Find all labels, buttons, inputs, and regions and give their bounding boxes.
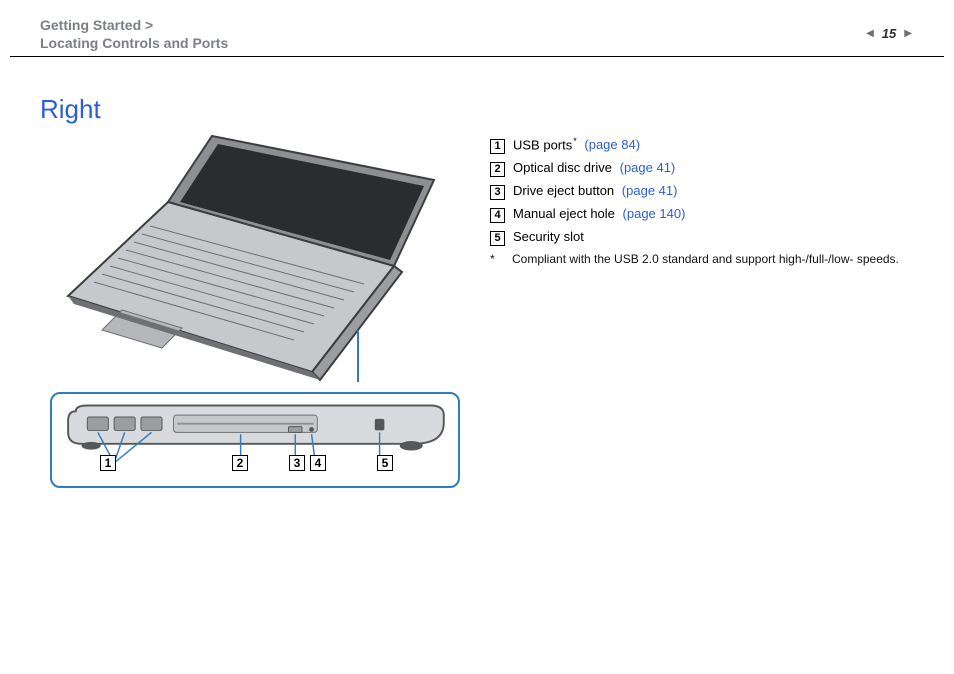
- legend-item-5: 5 Security slot: [490, 229, 920, 246]
- legend-label-4: Manual eject hole: [513, 206, 615, 221]
- breadcrumb: Getting Started > Locating Controls and …: [40, 16, 228, 52]
- legend-item-1: 1 USB ports* (page 84): [490, 136, 920, 154]
- page-next-icon[interactable]: ▶: [902, 28, 914, 39]
- legend-item-2: 2 Optical disc drive (page 41): [490, 160, 920, 177]
- header-rule: [10, 56, 944, 57]
- pager: ◀ 15 ▶: [864, 26, 914, 41]
- legend-pageref-2[interactable]: (page 41): [620, 160, 676, 175]
- legend-num-4: 4: [490, 208, 505, 223]
- callout-badge-3: 3: [289, 455, 305, 471]
- breadcrumb-line2: Locating Controls and Ports: [40, 34, 228, 52]
- legend-label-5: Security slot: [513, 229, 584, 244]
- legend-label-2: Optical disc drive: [513, 160, 612, 175]
- legend-num-2: 2: [490, 162, 505, 177]
- legend-num-1: 1: [490, 139, 505, 154]
- legend-pageref-3[interactable]: (page 41): [622, 183, 678, 198]
- legend-item-3: 3 Drive eject button (page 41): [490, 183, 920, 200]
- legend-footnote: * Compliant with the USB 2.0 standard an…: [490, 252, 920, 266]
- callout-badge-1: 1: [100, 455, 116, 471]
- legend-sup-1: *: [573, 136, 577, 146]
- legend-item-4: 4 Manual eject hole (page 140): [490, 206, 920, 223]
- footnote-text: Compliant with the USB 2.0 standard and …: [512, 252, 899, 266]
- footnote-mark: *: [490, 252, 512, 266]
- callout-badge-5: 5: [377, 455, 393, 471]
- legend-pageref-1[interactable]: (page 84): [584, 137, 640, 152]
- legend-num-5: 5: [490, 231, 505, 246]
- callout-badge-4: 4: [310, 455, 326, 471]
- page-prev-icon[interactable]: ◀: [864, 28, 876, 39]
- legend-num-3: 3: [490, 185, 505, 200]
- laptop-svg: [62, 132, 456, 382]
- page-number: 15: [882, 26, 896, 41]
- legend-label-3: Drive eject button: [513, 183, 614, 198]
- legend-pageref-4[interactable]: (page 140): [623, 206, 686, 221]
- laptop-figure: [62, 132, 456, 382]
- legend: 1 USB ports* (page 84) 2 Optical disc dr…: [490, 136, 920, 266]
- callout-badge-2: 2: [232, 455, 248, 471]
- callout-badges: 1 2 3 4 5: [50, 455, 460, 485]
- breadcrumb-line1: Getting Started >: [40, 16, 228, 34]
- section-title: Right: [40, 94, 101, 125]
- legend-label-1: USB ports: [513, 137, 572, 152]
